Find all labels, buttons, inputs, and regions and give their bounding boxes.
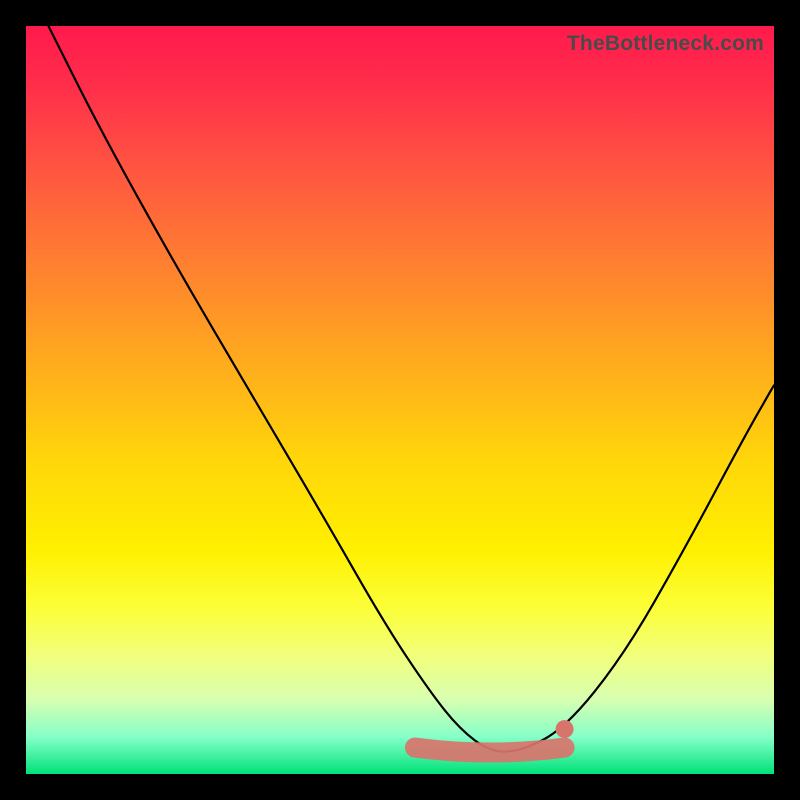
- optimal-marker: [556, 720, 574, 738]
- chart-plot-area: TheBottleneck.com: [26, 26, 774, 774]
- chart-svg: [26, 26, 774, 774]
- tolerance-band: [415, 748, 565, 753]
- bottleneck-curve: [48, 26, 774, 752]
